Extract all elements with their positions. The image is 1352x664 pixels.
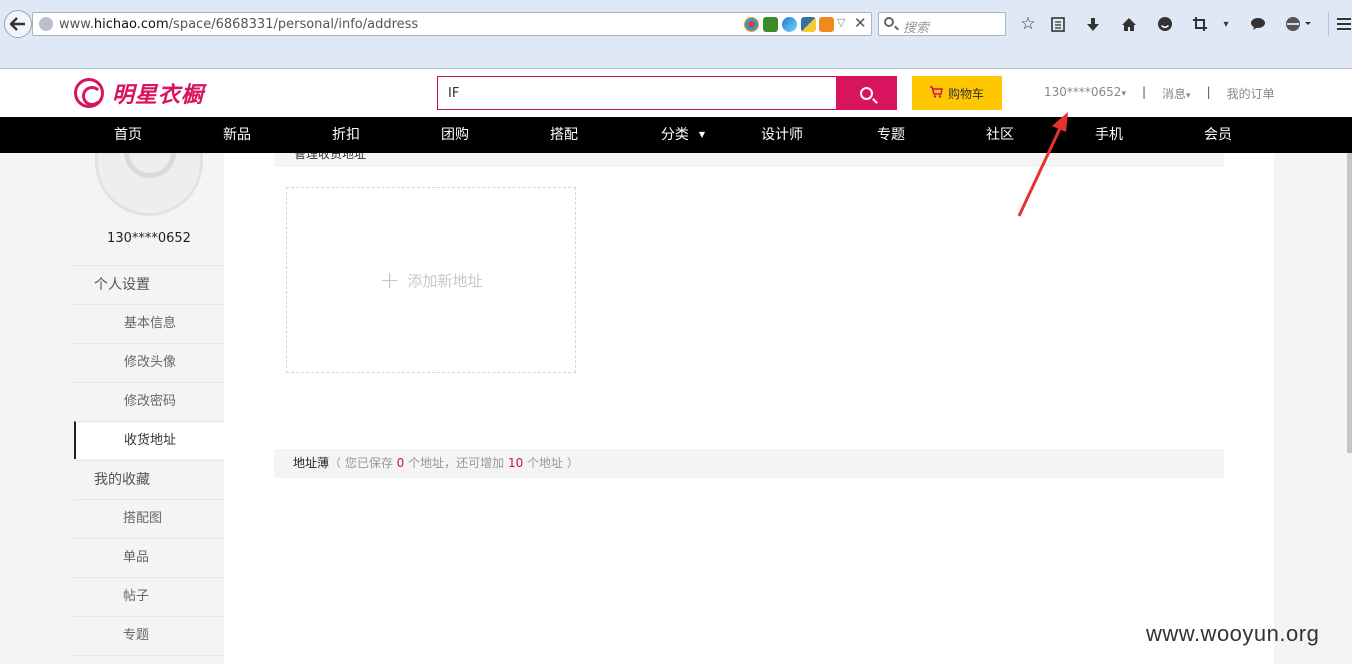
search-icon bbox=[860, 86, 873, 100]
sidebar-group-favorites: 我的收藏 bbox=[74, 460, 224, 498]
sidebar-group-personal-settings: 个人设置 bbox=[74, 265, 224, 303]
sidebar-item-products[interactable]: 单品 bbox=[74, 538, 224, 576]
sidebar-item-topics[interactable]: 专题 bbox=[74, 616, 224, 654]
back-arrow-icon bbox=[10, 17, 25, 31]
sidebar-item-outfit-images[interactable]: 搭配图 bbox=[74, 499, 224, 537]
site-search-button[interactable] bbox=[836, 76, 897, 110]
back-button[interactable] bbox=[4, 10, 32, 38]
nav-item-outfits[interactable]: 搭配 bbox=[514, 117, 614, 153]
separator: | bbox=[1141, 85, 1147, 99]
browser-toolbar: www.hichao.com/space/6868331/personal/in… bbox=[0, 0, 1352, 69]
nav-item-mobile[interactable]: 手机 bbox=[1059, 117, 1159, 153]
crop-dropdown-icon[interactable]: ▾ bbox=[1214, 12, 1238, 36]
extension-chart-icon[interactable] bbox=[819, 17, 834, 32]
main-nav: 首页 新品 折扣 团购 搭配 分类 ▼ 设计师 专题 社区 手机 会员 bbox=[0, 117, 1352, 153]
avatar[interactable] bbox=[94, 153, 204, 216]
cart-button[interactable]: 购物车 bbox=[912, 76, 1002, 110]
extension-horse-icon[interactable] bbox=[763, 17, 778, 32]
site-search-field[interactable] bbox=[437, 76, 837, 110]
site-info-icon[interactable] bbox=[39, 17, 53, 31]
messages-menu[interactable]: 消息▾ bbox=[1162, 85, 1191, 102]
my-orders-link[interactable]: 我的订单 bbox=[1227, 85, 1275, 102]
bookmarks-list-icon[interactable] bbox=[1046, 12, 1070, 36]
page-content: 130****0652 个人设置 基本信息 修改头像 修改密码 收货地址 我的收… bbox=[74, 153, 1274, 664]
search-placeholder: 搜索 bbox=[903, 21, 930, 36]
url-text[interactable]: www.hichao.com/space/6868331/personal/in… bbox=[59, 17, 418, 32]
cart-icon bbox=[929, 85, 943, 101]
nav-item-categories[interactable]: 分类 ▼ bbox=[633, 117, 733, 153]
search-icon bbox=[884, 17, 894, 27]
browser-search-box[interactable]: 搜索 bbox=[878, 12, 1006, 36]
nav-item-members[interactable]: 会员 bbox=[1168, 117, 1268, 153]
nav-item-group-buy[interactable]: 团购 bbox=[405, 117, 505, 153]
address-book-text: 个地址 ） bbox=[523, 456, 579, 470]
sidebar-item-change-password[interactable]: 修改密码 bbox=[74, 382, 224, 420]
extension-target-icon[interactable] bbox=[744, 17, 759, 32]
address-book-bar: 地址薄（ 您已保存 0 个地址，还可增加 10 个地址 ） bbox=[274, 449, 1224, 478]
addon-menu-icon[interactable] bbox=[1282, 12, 1314, 36]
nav-item-home[interactable]: 首页 bbox=[78, 117, 178, 153]
cart-label: 购物车 bbox=[947, 86, 984, 101]
site-search-input[interactable] bbox=[438, 77, 836, 109]
site-logo[interactable]: 明星衣橱 bbox=[74, 77, 204, 109]
bookmark-star-icon[interactable]: ☆ bbox=[1016, 12, 1040, 36]
logo-text: 明星衣橱 bbox=[112, 83, 205, 108]
remaining-count: 10 bbox=[507, 456, 524, 470]
comment-icon[interactable] bbox=[1246, 12, 1270, 36]
address-book-text: 个地址，还可增加 bbox=[404, 456, 508, 470]
separator: | bbox=[1206, 85, 1211, 99]
extension-python-icon[interactable] bbox=[801, 17, 816, 32]
nav-item-community[interactable]: 社区 bbox=[950, 117, 1050, 153]
extension-wave-icon[interactable] bbox=[782, 17, 797, 32]
account-sidebar: 130****0652 个人设置 基本信息 修改头像 修改密码 收货地址 我的收… bbox=[74, 153, 224, 664]
user-account-menu[interactable]: 130****0652▾ bbox=[1044, 85, 1126, 102]
watermark-text: www.wooyun.org bbox=[1146, 621, 1320, 646]
page-scrollbar[interactable] bbox=[1347, 153, 1352, 453]
sidebar-item-basic-info[interactable]: 基本信息 bbox=[74, 304, 224, 342]
user-links: 130****0652▾ | 消息▾ | 我的订单 bbox=[1044, 85, 1275, 102]
panel-title: 管理收货地址 bbox=[294, 153, 367, 161]
url-dropdown-icon[interactable]: ▽ bbox=[837, 16, 845, 29]
plus-icon: + bbox=[379, 266, 400, 294]
logo-swirl-icon bbox=[74, 78, 104, 108]
sidebar-item-change-avatar[interactable]: 修改头像 bbox=[74, 343, 224, 381]
nav-item-new[interactable]: 新品 bbox=[187, 117, 287, 153]
chevron-down-icon: ▼ bbox=[698, 130, 706, 139]
downloads-icon[interactable] bbox=[1081, 12, 1105, 36]
sidebar-username: 130****0652 bbox=[107, 231, 191, 246]
add-address-card[interactable]: + 添加新地址 bbox=[286, 187, 576, 373]
panel-header: 管理收货地址 bbox=[274, 153, 1224, 167]
hello-chat-icon[interactable] bbox=[1153, 12, 1177, 36]
sidebar-row-divider bbox=[74, 655, 224, 664]
address-book-text: （ 您已保存 bbox=[329, 456, 397, 470]
add-address-label: 添加新地址 bbox=[407, 271, 483, 290]
home-icon[interactable] bbox=[1117, 12, 1141, 36]
screenshot-crop-icon[interactable] bbox=[1188, 12, 1212, 36]
address-bar[interactable]: www.hichao.com/space/6868331/personal/in… bbox=[32, 12, 872, 36]
hamburger-menu-icon[interactable] bbox=[1328, 12, 1352, 36]
sidebar-item-shipping-address[interactable]: 收货地址 bbox=[74, 421, 224, 459]
nav-item-discount[interactable]: 折扣 bbox=[296, 117, 396, 153]
nav-item-designers[interactable]: 设计师 bbox=[732, 117, 832, 153]
site-header: 明星衣橱 购物车 130****0652▾ | 消息▾ | 我的订单 bbox=[0, 69, 1352, 117]
sidebar-item-posts[interactable]: 帖子 bbox=[74, 577, 224, 615]
address-book-title: 地址薄 bbox=[293, 456, 330, 470]
nav-item-topics[interactable]: 专题 bbox=[841, 117, 941, 153]
stop-icon[interactable]: ✕ bbox=[854, 14, 867, 32]
